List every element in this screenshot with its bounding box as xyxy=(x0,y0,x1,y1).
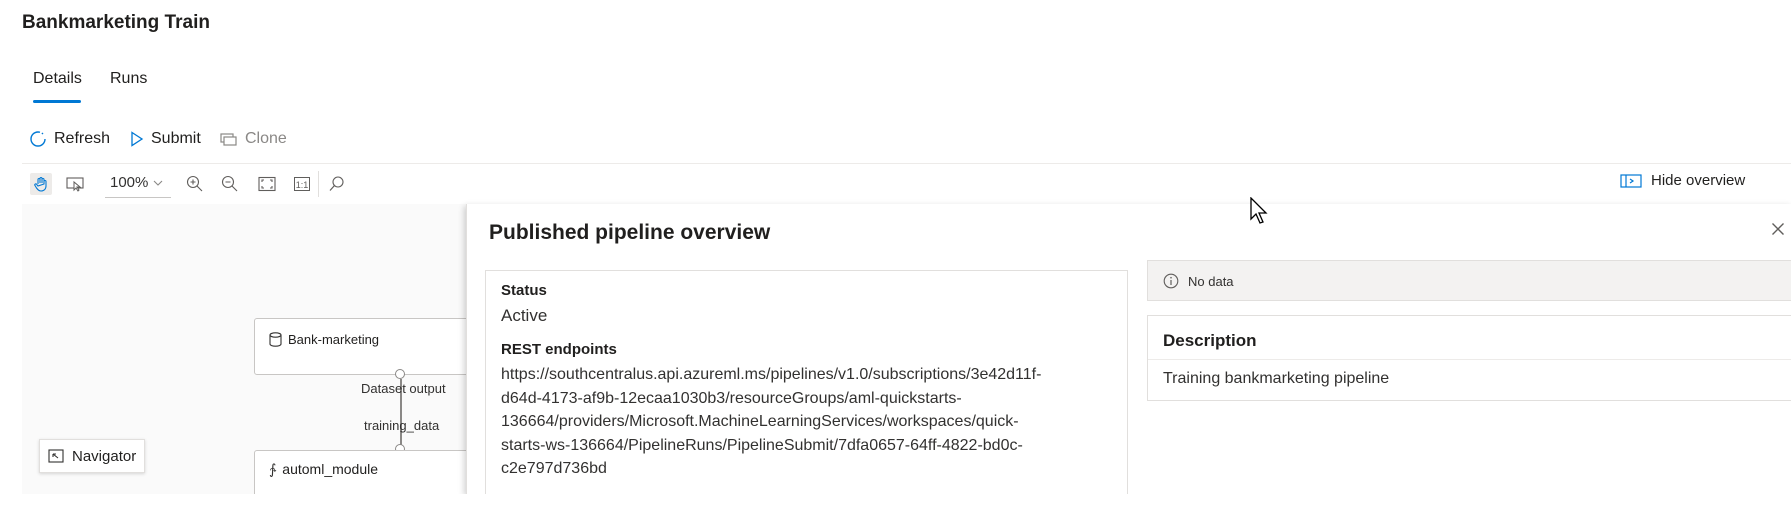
zoom-out-button[interactable] xyxy=(219,173,241,195)
refresh-label: Refresh xyxy=(54,130,111,147)
no-data-message: No data xyxy=(1163,273,1234,289)
refresh-button[interactable]: Refresh xyxy=(29,130,110,148)
hide-overview-button[interactable]: Hide overview xyxy=(1620,172,1745,189)
description-divider xyxy=(1148,359,1791,360)
cursor-arrow-icon xyxy=(1250,196,1268,224)
zoom-dropdown[interactable]: 100% xyxy=(110,174,163,191)
rest-endpoint-line: 136664/providers/Microsoft.MachineLearni… xyxy=(501,413,1019,430)
navigator-button[interactable]: Navigator xyxy=(39,439,145,473)
active-tab-indicator xyxy=(33,100,81,103)
search-button[interactable] xyxy=(326,173,348,195)
close-panel-button[interactable] xyxy=(1771,222,1785,241)
rest-endpoint-url[interactable]: https://southcentralus.api.azureml.ms/pi… xyxy=(501,363,1126,481)
hide-overview-label: Hide overview xyxy=(1651,172,1746,189)
submit-button[interactable]: Submit xyxy=(130,130,201,148)
clone-icon xyxy=(220,133,237,146)
description-card: Description Training bankmarketing pipel… xyxy=(1147,315,1791,401)
status-value: Active xyxy=(501,306,548,325)
fit-screen-icon xyxy=(258,176,276,192)
select-tool-button[interactable] xyxy=(64,173,86,195)
chevron-down-icon xyxy=(153,180,163,186)
select-icon xyxy=(66,177,84,192)
toolbar-divider xyxy=(318,171,319,197)
refresh-icon xyxy=(30,131,46,147)
actual-size-button[interactable]: 1:1 xyxy=(291,173,313,195)
rest-endpoint-line: https://southcentralus.api.azureml.ms/pi… xyxy=(501,366,1042,383)
rest-endpoint-line: c2e797d736bd xyxy=(501,460,607,477)
navigator-label: Navigator xyxy=(72,447,137,465)
page-title: Bankmarketing Train xyxy=(22,12,210,33)
description-value: Training bankmarketing pipeline xyxy=(1163,370,1390,387)
fit-to-screen-button[interactable] xyxy=(256,173,278,195)
pan-tool-button[interactable] xyxy=(30,173,52,195)
zoom-value: 100% xyxy=(110,174,149,191)
play-icon xyxy=(131,131,144,147)
module-node-label: automl_module xyxy=(282,461,379,477)
dataset-output-label: Dataset output xyxy=(361,381,446,396)
mouse-cursor xyxy=(1250,196,1270,230)
tab-details[interactable]: Details xyxy=(33,70,82,88)
clone-label: Clone xyxy=(245,130,287,147)
rest-endpoints-label: REST endpoints xyxy=(501,341,617,358)
module-icon: ∱ xyxy=(269,461,277,477)
actual-size-icon: 1:1 xyxy=(294,177,310,191)
zoom-in-icon xyxy=(186,175,203,192)
page-bottom-margin xyxy=(0,494,1791,520)
rest-endpoint-line: d64d-4173-af9b-12ecaa1030b3/resourceGrou… xyxy=(501,389,962,407)
info-icon xyxy=(1163,273,1179,289)
no-data-card: No data xyxy=(1147,260,1791,301)
navigator-icon xyxy=(48,449,64,463)
dataset-node[interactable]: Bank-marketing xyxy=(254,318,479,375)
hand-icon xyxy=(34,176,47,192)
description-label: Description xyxy=(1163,331,1257,350)
panel-title: Published pipeline overview xyxy=(489,221,771,244)
rest-endpoint-line: starts-ws-136664/PipelineRuns/PipelineSu… xyxy=(501,436,1023,454)
search-icon xyxy=(329,176,344,191)
overview-panel-icon xyxy=(1620,173,1642,188)
database-icon xyxy=(269,332,282,347)
properties-card: Status Active REST endpoints https://sou… xyxy=(485,270,1128,500)
zoom-underline xyxy=(105,197,171,198)
no-data-label: No data xyxy=(1188,273,1234,289)
clone-button[interactable]: Clone xyxy=(220,130,287,148)
training-data-label: training_data xyxy=(364,418,440,433)
pipeline-overview-panel: Published pipeline overview Status Activ… xyxy=(466,204,1791,500)
dataset-node-label: Bank-marketing xyxy=(288,332,380,347)
canvas-toolbar xyxy=(22,163,1791,204)
tab-runs[interactable]: Runs xyxy=(110,70,147,88)
status-label: Status xyxy=(501,282,547,299)
output-port[interactable] xyxy=(395,369,405,379)
zoom-out-icon xyxy=(221,175,238,192)
zoom-in-button[interactable] xyxy=(184,173,206,195)
submit-label: Submit xyxy=(151,130,201,147)
module-node[interactable]: ∱ automl_module xyxy=(254,450,479,494)
close-icon xyxy=(1772,223,1784,235)
